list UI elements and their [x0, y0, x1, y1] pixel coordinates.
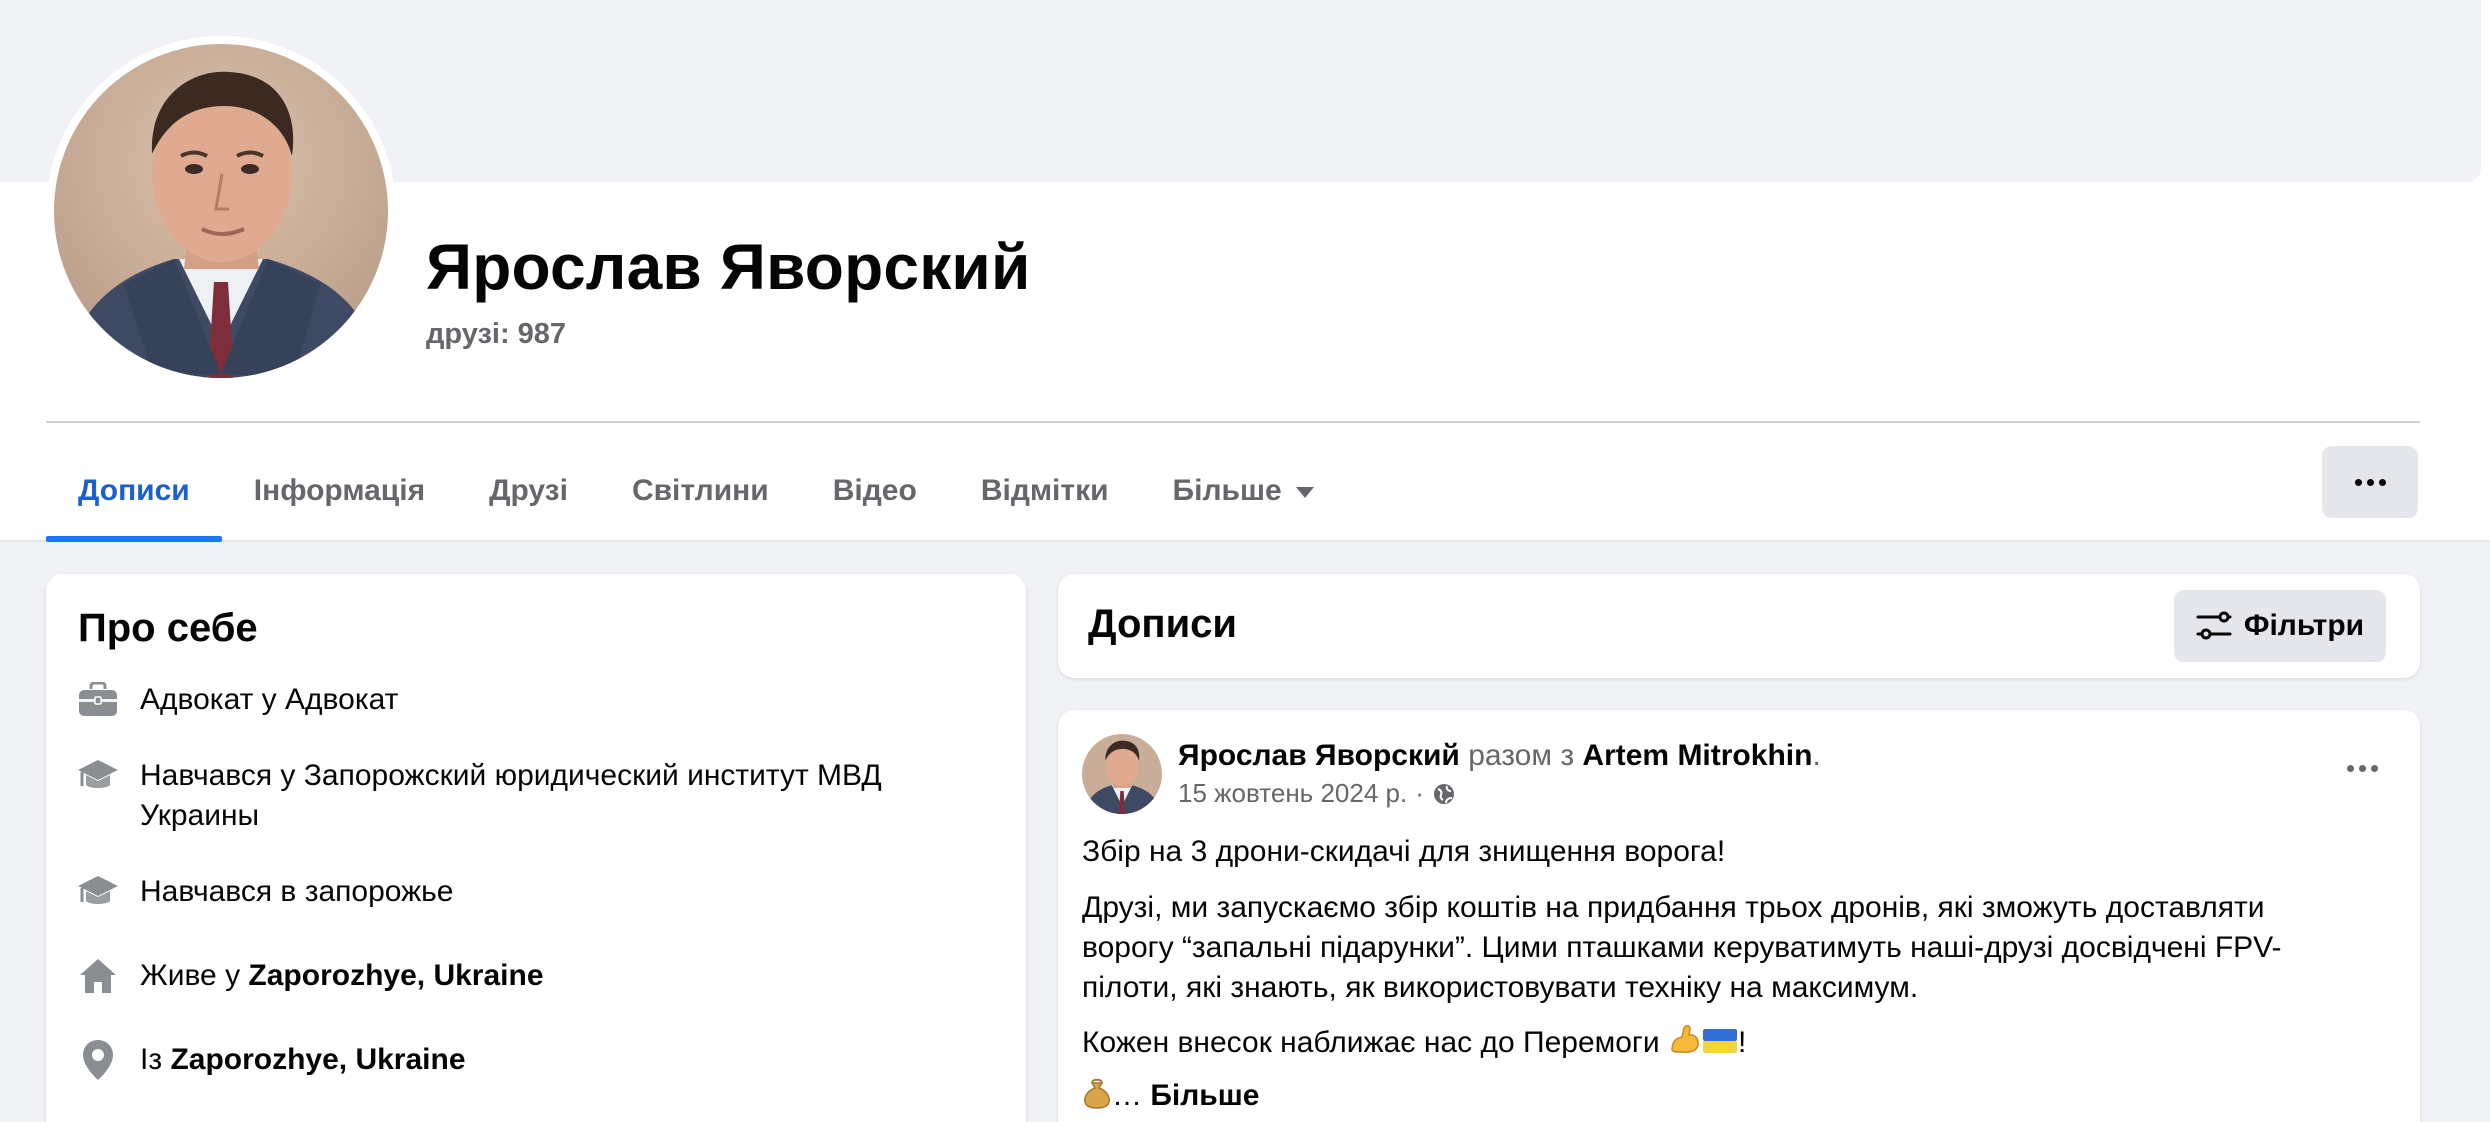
caret-down-icon	[1295, 486, 1314, 498]
more-dots-icon	[2354, 478, 2386, 486]
post-text-paragraph: Друзі, ми запускаємо збір коштів на прид…	[1082, 891, 2282, 1004]
graduation-cap-icon	[76, 756, 120, 796]
intro-card: Про себе Адвокат у Адвокат Навчався у За…	[46, 574, 1026, 1122]
about-item-hometown: Із Zaporozhye, Ukraine	[76, 1040, 466, 1080]
profile-picture[interactable]	[46, 36, 396, 386]
post-author-avatar[interactable]	[1082, 734, 1162, 814]
tab-friends[interactable]: Друзі	[457, 440, 600, 542]
filters-icon	[2196, 611, 2232, 640]
post-card: Ярослав Яворский разом з Artem Mitrokhin…	[1058, 710, 2420, 1122]
filters-button[interactable]: Фільтри	[2174, 590, 2386, 662]
tagged-person[interactable]: Artem Mitrokhin	[1582, 739, 1812, 772]
hometown-link[interactable]: Zaporozhye, Ukraine	[170, 1043, 465, 1076]
current-city-link[interactable]: Zaporozhye, Ukraine	[248, 959, 543, 992]
about-item-work: Адвокат у Адвокат	[76, 680, 398, 720]
graduation-cap-icon	[76, 872, 120, 912]
tab-posts[interactable]: Дописи	[46, 440, 222, 542]
globe-icon[interactable]	[1432, 782, 1456, 806]
tab-more[interactable]: Більше	[1141, 440, 1346, 542]
profile-page: Ярослав Яворский друзі: 987 Дописи Інфор…	[0, 0, 2490, 1122]
post-text-truncated: … Більше	[1082, 1076, 1259, 1120]
friends-count[interactable]: друзі: 987	[426, 318, 566, 351]
tab-about[interactable]: Інформація	[222, 440, 457, 542]
profile-photo	[54, 44, 388, 378]
tab-check-ins[interactable]: Відмітки	[949, 440, 1141, 542]
about-item-education-1: Навчався у Запорожский юридический инсти…	[76, 756, 882, 836]
post-options-button[interactable]	[2334, 746, 2390, 790]
posts-title: Дописи	[1088, 602, 1238, 646]
profile-more-button[interactable]	[2322, 446, 2418, 518]
post-header: Ярослав Яворский разом з Artem Mitrokhin…	[1178, 739, 1821, 772]
ukraine-flag-emoji	[1702, 1026, 1738, 1067]
post-date[interactable]: 15 жовтень 2024 р.	[1178, 778, 1407, 809]
profile-name: Ярослав Яворский	[426, 231, 1031, 303]
home-icon	[76, 956, 120, 996]
post-meta: 15 жовтень 2024 р. ·	[1178, 778, 1456, 809]
posts-header-card: Дописи Фільтри	[1058, 574, 2420, 678]
header-divider	[46, 421, 2420, 423]
see-more-link[interactable]: Більше	[1150, 1079, 1259, 1112]
post-text-line: Кожен внесок наближає нас до Перемоги !	[1082, 1022, 1746, 1067]
more-dots-icon	[2346, 764, 2378, 772]
post-author-name[interactable]: Ярослав Яворский	[1178, 739, 1460, 772]
location-pin-icon	[76, 1040, 120, 1080]
about-item-current-city: Живе у Zaporozhye, Ukraine	[76, 956, 544, 996]
post-author-photo	[1082, 734, 1162, 814]
briefcase-icon	[76, 680, 120, 720]
about-item-education-2: Навчався в запорожье	[76, 872, 454, 912]
money-bag-emoji	[1082, 1077, 1112, 1120]
profile-tabs: Дописи Інформація Друзі Світлини Відео В…	[46, 440, 1346, 542]
tab-photos[interactable]: Світлини	[600, 440, 801, 542]
intro-title: Про себе	[78, 606, 258, 650]
with-text: разом з	[1468, 739, 1575, 772]
post-text-line: Збір на 3 дрони-скидачі для знищення вор…	[1082, 835, 1726, 868]
tab-videos[interactable]: Відео	[801, 440, 949, 542]
flexed-biceps-emoji	[1668, 1022, 1702, 1067]
